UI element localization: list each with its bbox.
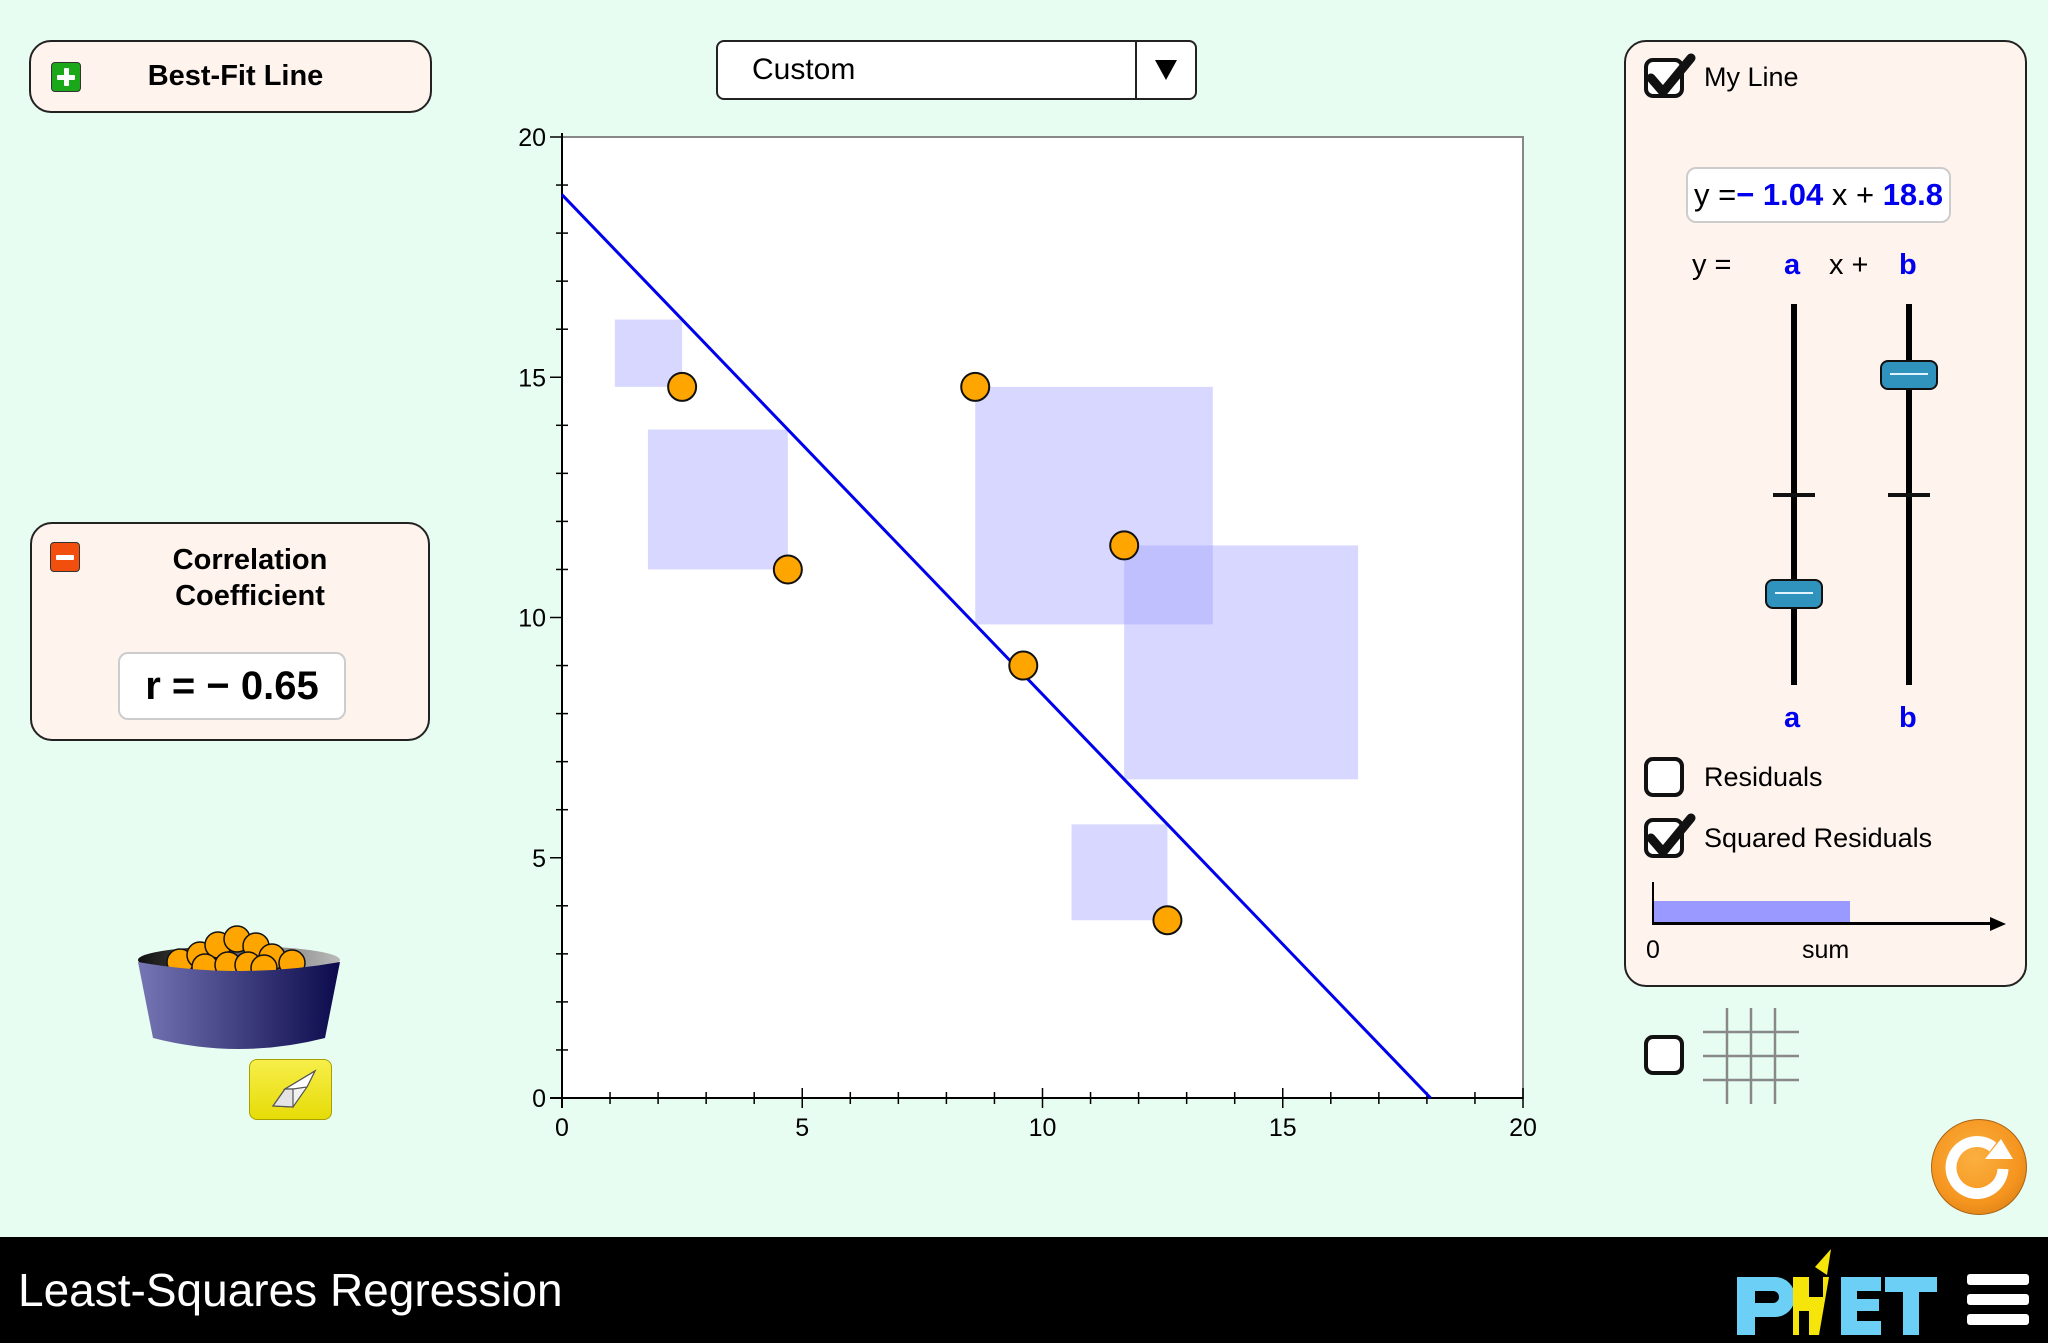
plus-icon: [57, 68, 75, 86]
x-tick-label: 5: [795, 1114, 809, 1142]
template-y-equals: y =: [1692, 249, 1732, 281]
squared-residuals-layer: [614, 319, 1359, 921]
squared-residual: [647, 429, 788, 570]
slider-a-label: a: [1784, 702, 1801, 734]
best-fit-line-panel: Best-Fit Line: [29, 40, 432, 113]
equation-a-value: − 1.04: [1736, 177, 1824, 212]
eraser-icon: [271, 1069, 317, 1108]
slider-b-thumb[interactable]: [1880, 360, 1938, 391]
equation-b-value: 18.8: [1882, 177, 1944, 212]
dataset-selected-value: Custom: [752, 53, 856, 86]
data-point: [960, 371, 991, 402]
grid-checkbox[interactable]: [1644, 1035, 1684, 1075]
sum-bar: [1654, 901, 1850, 922]
slider-a-thumb[interactable]: [1765, 578, 1823, 609]
expand-best-fit-button[interactable]: [51, 62, 81, 92]
collapse-correlation-button[interactable]: [50, 542, 80, 572]
sum-axis-label: sum: [1802, 936, 1850, 964]
squared-residual: [975, 386, 1213, 625]
my-line-panel: My Line y = − 1.04 x + 18.8 y = a x + b a…: [1624, 40, 2027, 987]
residuals-checkbox[interactable]: [1644, 757, 1684, 797]
squared-residuals-checkbox[interactable]: [1644, 813, 1696, 858]
dataset-dropdown[interactable]: Custom: [716, 40, 1197, 100]
reset-icon: [1945, 1136, 2013, 1199]
reset-all-button[interactable]: [1931, 1119, 2027, 1215]
phet-menu-button[interactable]: [1967, 1274, 2029, 1326]
arrow-right-icon: [1990, 917, 2006, 931]
thumb-grip: [1775, 591, 1813, 594]
x-tick-label: 15: [1269, 1114, 1297, 1142]
correlation-value: r = − 0.65: [118, 652, 346, 720]
point-bucket[interactable]: [130, 920, 350, 1055]
thumb-grip: [1890, 373, 1928, 376]
y-tick-label: 15: [518, 364, 546, 392]
x-tick-label: 20: [1509, 1114, 1537, 1142]
template-a: a: [1784, 249, 1801, 281]
squared-residual: [1124, 545, 1359, 780]
squared-residual: [1071, 824, 1168, 921]
x-tick-label: 0: [555, 1114, 569, 1142]
residuals-label[interactable]: Residuals: [1704, 762, 1823, 793]
grid-icon: [1703, 1008, 1799, 1104]
phet-logo[interactable]: [1733, 1249, 1943, 1337]
eraser-button[interactable]: [249, 1059, 332, 1120]
best-fit-line-title: Best-Fit Line: [147, 60, 324, 92]
x-tick-label: 10: [1029, 1114, 1057, 1142]
my-line: [560, 193, 1432, 1100]
data-point: [772, 554, 803, 585]
slider-a-zero-tick: [1773, 493, 1815, 497]
template-b: b: [1899, 249, 1917, 281]
hamburger-bar: [1967, 1314, 2029, 1325]
my-line-checkbox[interactable]: [1644, 53, 1696, 98]
equation-prefix: y =: [1693, 177, 1737, 212]
squared-residual: [614, 319, 683, 387]
data-point: [1152, 905, 1183, 936]
navigation-bar: Least-Squares Regression: [0, 1237, 2048, 1343]
bucket-icon: [138, 925, 340, 1049]
y-tick-label: 20: [518, 124, 546, 152]
axes: 0 5 10 15 20 0 5 10 15 20: [518, 124, 1537, 1142]
dropdown-arrow-button[interactable]: [1137, 42, 1195, 98]
data-points: [667, 371, 1183, 936]
correlation-title-line2: Coefficient: [175, 580, 325, 612]
triangle-down-icon: [1155, 60, 1177, 80]
sum-axis: [1652, 922, 1992, 925]
sum-zero-label: 0: [1646, 936, 1660, 964]
hamburger-bar: [1967, 1294, 2029, 1305]
correlation-coefficient-panel: Correlation Coefficient r = − 0.65: [30, 522, 430, 741]
y-tick-label: 10: [518, 605, 546, 633]
squared-residual: [1023, 665, 1033, 675]
data-point: [1109, 530, 1140, 561]
correlation-title-line1: Correlation: [172, 544, 328, 576]
sim-title: Least-Squares Regression: [18, 1264, 563, 1316]
line-equation: y = − 1.04 x + 18.8: [1686, 167, 1951, 223]
phet-logo-icon: [1737, 1249, 1937, 1335]
template-x-plus: x +: [1829, 249, 1869, 281]
my-line-label[interactable]: My Line: [1704, 62, 1799, 93]
hamburger-bar: [1967, 1274, 2029, 1285]
squared-residuals-label[interactable]: Squared Residuals: [1704, 823, 1932, 854]
data-point: [667, 371, 698, 402]
minus-icon: [56, 554, 74, 560]
checkmark-icon: [1646, 813, 1696, 857]
correlation-title: Correlation Coefficient: [92, 542, 408, 614]
y-tick-label: 0: [532, 1085, 546, 1113]
slider-b-label: b: [1899, 702, 1917, 734]
slider-b-zero-tick: [1888, 493, 1930, 497]
equation-mid: x +: [1823, 177, 1883, 212]
y-tick-label: 5: [532, 845, 546, 873]
checkmark-icon: [1646, 53, 1696, 97]
plot-area[interactable]: [561, 136, 1524, 1099]
data-point: [1008, 650, 1039, 681]
